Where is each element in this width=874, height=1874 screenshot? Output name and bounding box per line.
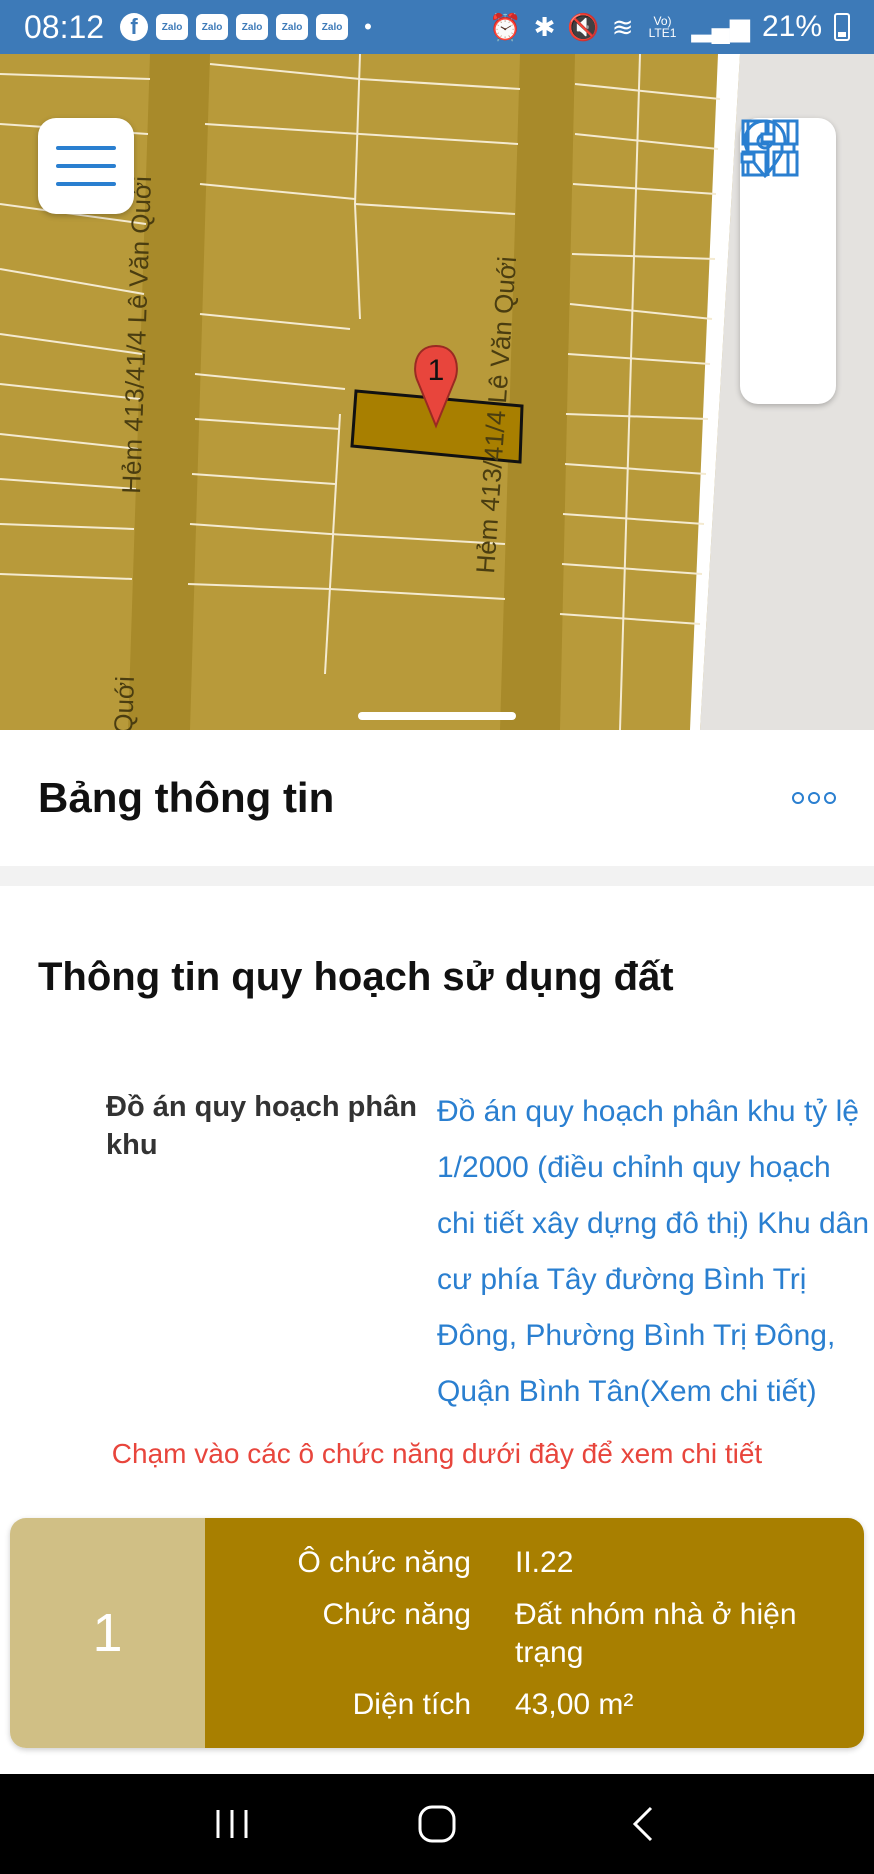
- map-tools-panel: [740, 118, 836, 404]
- lte-label: Vo) LTE1: [648, 14, 677, 40]
- wifi-icon: ≋: [611, 11, 634, 42]
- filter-settings-button[interactable]: [740, 120, 823, 385]
- lot-detail-value: 43,00 m²: [515, 1688, 634, 1721]
- menu-icon-line: [56, 182, 116, 186]
- lot-function-card[interactable]: 1 Ô chức năng II.22 Chức năng Đất nhóm n…: [10, 1518, 864, 1748]
- zalo-icon: Zalo: [316, 14, 349, 40]
- zalo-icon: Zalo: [156, 14, 189, 40]
- lot-detail-label: Diện tích: [352, 1688, 471, 1721]
- planning-map[interactable]: Hẻm 413/41/4 Lê Văn Quới Hẻm 413/41/4 Lê…: [0, 54, 874, 730]
- bluetooth-icon: ✱: [533, 11, 556, 42]
- mute-icon: 🔇: [567, 11, 600, 42]
- street-label-bottom: Quới: [108, 676, 140, 730]
- more-icon-dot: [792, 792, 804, 804]
- lot-detail-row: Ô chức năng II.22: [205, 1544, 864, 1582]
- plan-value-link[interactable]: Đồ án quy hoạch phân khu tỷ lệ 1/2000 (đ…: [437, 1084, 874, 1420]
- battery-percent: 21%: [761, 10, 822, 43]
- more-options-button[interactable]: [792, 792, 836, 804]
- signal-icon: ▂▄▆: [691, 11, 750, 42]
- zalo-icon: Zalo: [196, 14, 229, 40]
- lot-detail-label: Ô chức năng: [297, 1546, 471, 1579]
- location-button[interactable]: [743, 119, 823, 296]
- tap-hint: Chạm vào các ô chức năng dưới đây để xem…: [111, 1438, 763, 1469]
- plan-label: Đồ án quy hoạch phân khu: [106, 1091, 417, 1161]
- facebook-icon: f: [120, 13, 149, 41]
- info-panel-title: Bảng thông tin: [38, 774, 335, 821]
- info-panel-header: Bảng thông tin: [0, 730, 874, 866]
- more-icon-dot: [824, 792, 836, 804]
- lot-details: Ô chức năng II.22 Chức năng Đất nhóm nhà…: [205, 1518, 864, 1748]
- home-icon: [418, 1805, 456, 1843]
- back-icon: [632, 1806, 652, 1842]
- lot-detail-value: Đất nhóm nhà ở hiện trạng: [515, 1598, 797, 1669]
- recent-apps-button[interactable]: [202, 1794, 262, 1854]
- recent-apps-icon: [216, 1810, 248, 1838]
- section-divider: [0, 866, 874, 886]
- notification-icons: f Zalo Zalo Zalo Zalo Zalo •: [120, 13, 489, 41]
- menu-button[interactable]: [38, 118, 134, 214]
- system-nav-bar: [0, 1774, 874, 1874]
- lot-detail-label: Chức năng: [322, 1598, 471, 1631]
- system-icons: ⏰ ✱ 🔇 ≋ Vo) LTE1 ▂▄▆ 21%: [489, 10, 850, 44]
- back-button[interactable]: [612, 1794, 672, 1854]
- more-notifications-dot: •: [364, 14, 372, 39]
- zalo-icon: Zalo: [276, 14, 309, 40]
- zalo-icon: Zalo: [236, 14, 269, 40]
- lot-detail-value: II.22: [515, 1546, 574, 1579]
- sheet-drag-handle[interactable]: [358, 712, 516, 720]
- status-time: 08:12: [24, 8, 105, 45]
- menu-icon-line: [56, 146, 116, 150]
- battery-icon: [834, 13, 850, 41]
- menu-icon-line: [56, 164, 116, 168]
- sliders-icon: [740, 120, 796, 176]
- alarm-icon: ⏰: [489, 11, 522, 42]
- marker-label: 1: [428, 354, 445, 387]
- more-icon-dot: [808, 792, 820, 804]
- lot-detail-row: Diện tích 43,00 m²: [205, 1686, 864, 1724]
- lot-number: 1: [10, 1518, 205, 1748]
- home-button[interactable]: [407, 1794, 467, 1854]
- land-use-section-title: Thông tin quy hoạch sử dụng đất: [38, 955, 674, 999]
- status-bar: 08:12 f Zalo Zalo Zalo Zalo Zalo • ⏰ ✱ 🔇…: [0, 0, 874, 54]
- lot-detail-row: Chức năng Đất nhóm nhà ở hiện trạng: [205, 1596, 864, 1672]
